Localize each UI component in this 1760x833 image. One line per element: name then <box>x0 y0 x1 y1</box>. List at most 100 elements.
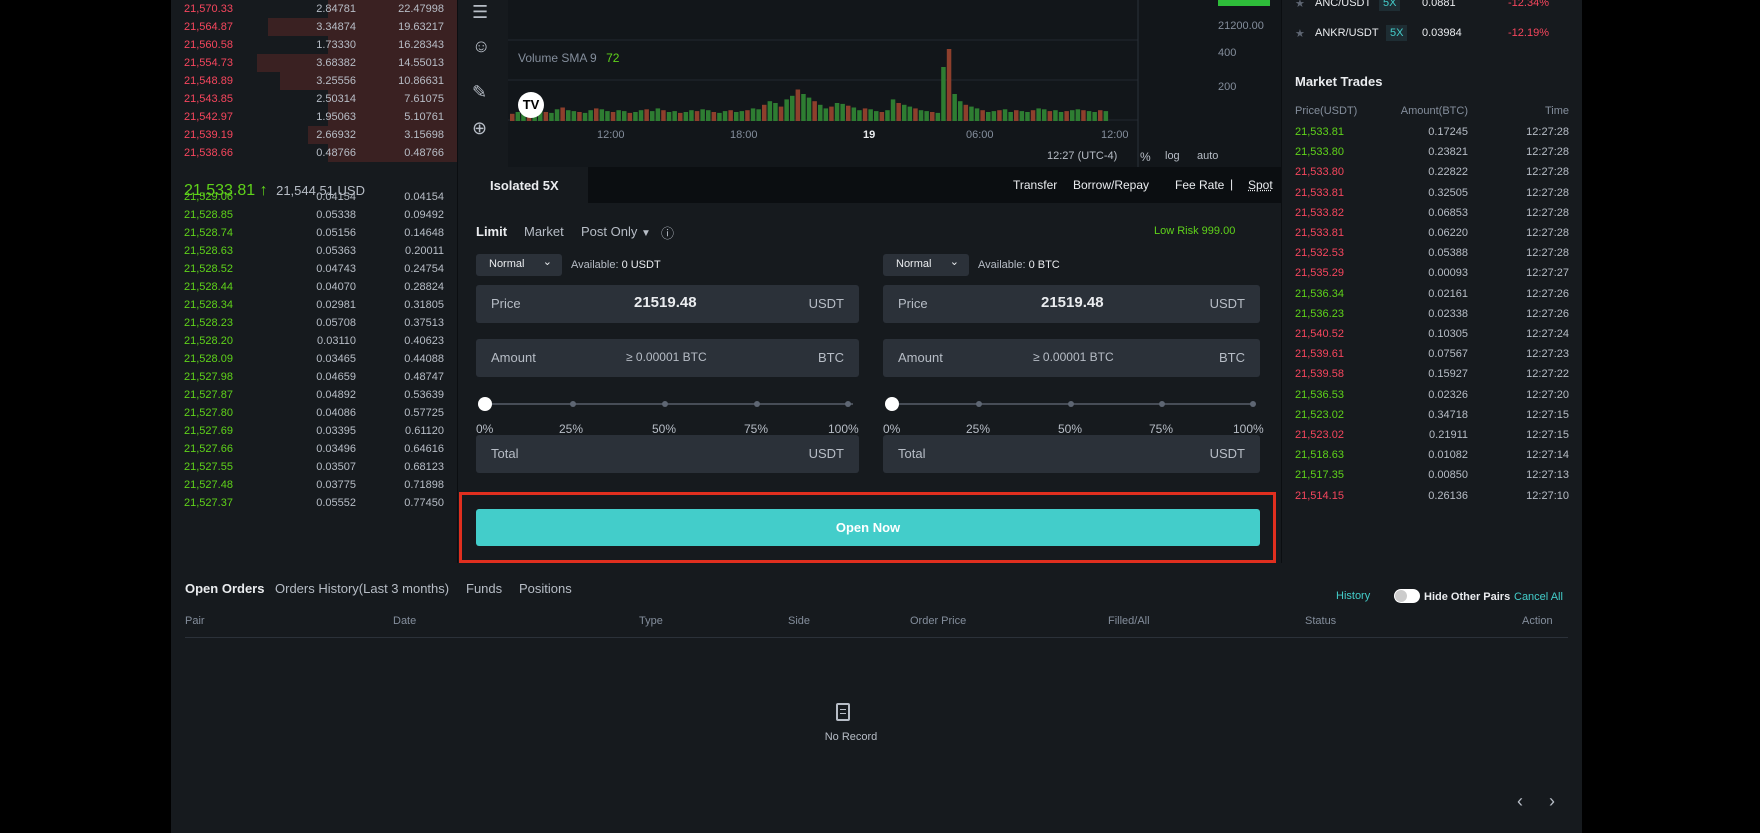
ruler-icon[interactable]: ✎ <box>472 82 487 103</box>
tradingview-logo-icon[interactable]: TV <box>518 92 544 118</box>
volume-bar <box>840 103 845 121</box>
ask-row[interactable]: 21,542.97 1.95063 5.10761 <box>171 108 457 126</box>
buy-price-field[interactable]: Price 21519.48 USDT <box>476 285 859 323</box>
star-icon[interactable]: ★ <box>1295 27 1305 40</box>
ask-row[interactable]: 21,539.19 2.66932 3.15698 <box>171 126 457 144</box>
sell-price-value[interactable]: 21519.48 <box>1041 294 1104 311</box>
ask-total: 5.10761 <box>404 111 444 123</box>
ask-row[interactable]: 21,538.66 0.48766 0.48766 <box>171 144 457 162</box>
trade-amount: 0.34718 <box>1428 408 1468 421</box>
buy-mode-select[interactable]: Normal ⌄ <box>476 254 562 276</box>
trade-price: 21,539.58 <box>1295 368 1344 381</box>
bid-row[interactable]: 21,528.63 0.05363 0.20011 <box>171 242 457 260</box>
bid-amount: 0.03395 <box>316 425 356 437</box>
bid-row[interactable]: 21,528.34 0.02981 0.31805 <box>171 296 457 314</box>
slider-label: 0% <box>476 422 494 436</box>
slider-label: 25% <box>559 422 584 436</box>
bid-row[interactable]: 21,527.87 0.04892 0.53639 <box>171 386 457 404</box>
bid-row[interactable]: 21,528.23 0.05708 0.37513 <box>171 314 457 332</box>
bid-row[interactable]: 21,528.09 0.03465 0.44088 <box>171 350 457 368</box>
prev-page-icon[interactable]: ‹ <box>1517 791 1523 812</box>
spot-link[interactable]: Spot <box>1248 178 1273 192</box>
bid-row[interactable]: 21,528.52 0.04743 0.24754 <box>171 260 457 278</box>
open-now-button[interactable]: Open Now <box>476 509 1260 546</box>
buy-slider-handle[interactable] <box>478 397 492 411</box>
price-chart[interactable]: ☰ ☺ ✎ ⊕ Volume SMA 9 72 TV 21200.00 400 … <box>458 0 1281 167</box>
tab-market[interactable]: Market <box>524 224 564 239</box>
sell-mode-select[interactable]: Normal ⌄ <box>883 254 969 276</box>
buy-total-field[interactable]: Total USDT <box>476 435 859 473</box>
trade-price: 21,539.61 <box>1295 348 1344 361</box>
buy-price-value[interactable]: 21519.48 <box>634 294 697 311</box>
volume-bar <box>890 99 896 121</box>
tab-funds[interactable]: Funds <box>466 581 502 596</box>
trade-time: 12:27:15 <box>1526 429 1569 441</box>
cancel-all-button[interactable]: Cancel All <box>1514 591 1563 603</box>
bid-row[interactable]: 21,527.55 0.03507 0.68123 <box>171 458 457 476</box>
volume-bar <box>616 110 621 121</box>
ask-amount: 3.68382 <box>316 57 356 69</box>
buy-amount-field[interactable]: Amount ≥ 0.00001 BTC BTC <box>476 339 859 377</box>
tab-limit[interactable]: Limit <box>476 224 507 239</box>
sell-slider-handle[interactable] <box>885 397 899 411</box>
margin-mode-tab[interactable]: Isolated 5X <box>458 167 588 203</box>
trading-app: 21,570.33 2.84781 22.47998 21,564.87 3.34874… <box>171 0 1582 833</box>
next-page-icon[interactable]: › <box>1549 791 1555 812</box>
bid-row[interactable]: 21,528.44 0.04070 0.28824 <box>171 278 457 296</box>
tab-positions[interactable]: Positions <box>519 581 572 596</box>
bid-row[interactable]: 21,527.69 0.03395 0.61120 <box>171 422 457 440</box>
info-icon[interactable]: ⓘ <box>661 223 674 242</box>
volume-bar <box>1075 109 1081 121</box>
trade-row: 21,523.02 0.34718 12:27:15 <box>1282 405 1582 425</box>
sell-amount-field[interactable]: Amount ≥ 0.00001 BTC BTC <box>883 339 1260 377</box>
pair-row[interactable]: ★ ANC/USDT 5X 0.0881 -12.34% <box>1282 0 1582 16</box>
trade-amount: 0.07567 <box>1428 348 1468 361</box>
sell-available: Available: 0 BTC <box>978 259 1060 271</box>
emoji-icon[interactable]: ☺ <box>472 36 490 57</box>
bid-row[interactable]: 21,527.48 0.03775 0.71898 <box>171 476 457 494</box>
history-link[interactable]: History <box>1336 590 1370 602</box>
trade-row: 21,533.80 0.22822 12:27:28 <box>1282 162 1582 182</box>
auto-scale-toggle[interactable]: auto <box>1197 150 1218 162</box>
order-book: 21,570.33 2.84781 22.47998 21,564.87 3.34874… <box>171 0 457 563</box>
tab-orders-history[interactable]: Orders History(Last 3 months) <box>275 581 449 596</box>
bid-row[interactable]: 21,528.85 0.05338 0.09492 <box>171 206 457 224</box>
sell-price-field[interactable]: Price 21519.48 USDT <box>883 285 1260 323</box>
bid-row[interactable]: 21,527.80 0.04086 0.57725 <box>171 404 457 422</box>
tab-open-orders[interactable]: Open Orders <box>185 581 264 596</box>
zoom-in-icon[interactable]: ⊕ <box>472 118 487 139</box>
transfer-link[interactable]: Transfer <box>1013 178 1057 192</box>
ask-price: 21,564.87 <box>184 21 233 33</box>
ask-row[interactable]: 21,543.85 2.50314 7.61075 <box>171 90 457 108</box>
trade-time: 12:27:28 <box>1526 227 1569 239</box>
bid-row[interactable]: 21,527.66 0.03496 0.64616 <box>171 440 457 458</box>
volume-bar <box>1064 111 1069 121</box>
bid-row[interactable]: 21,527.37 0.05552 0.77450 <box>171 494 457 512</box>
volume-bar <box>935 112 941 121</box>
ask-row[interactable]: 21,570.33 2.84781 22.47998 <box>171 0 457 18</box>
bid-row[interactable]: 21,528.74 0.05156 0.14648 <box>171 224 457 242</box>
tab-post-only[interactable]: Post Only ▼ <box>581 224 651 239</box>
log-scale-toggle[interactable]: log <box>1165 150 1180 162</box>
bid-price: 21,527.98 <box>184 371 233 383</box>
ask-row[interactable]: 21,564.87 3.34874 19.63217 <box>171 18 457 36</box>
borrow-repay-link[interactable]: Borrow/Repay <box>1073 178 1149 192</box>
bid-amount: 0.03496 <box>316 443 356 455</box>
hide-other-pairs-toggle[interactable] <box>1394 589 1420 603</box>
star-icon[interactable]: ★ <box>1295 0 1305 10</box>
percent-scale-toggle[interactable]: % <box>1140 150 1151 164</box>
sell-total-field[interactable]: Total USDT <box>883 435 1260 473</box>
trade-row: 21,536.53 0.02326 12:27:20 <box>1282 385 1582 405</box>
bid-row[interactable]: 21,528.20 0.03110 0.40623 <box>171 332 457 350</box>
indicator-settings-icon[interactable]: ☰ <box>472 2 488 23</box>
fee-rate-link[interactable]: Fee Rate <box>1175 178 1224 192</box>
trade-row: 21,514.15 0.26136 12:27:10 <box>1282 486 1582 506</box>
bid-row[interactable]: 21,527.98 0.04659 0.48747 <box>171 368 457 386</box>
ask-row[interactable]: 21,554.73 3.68382 14.55013 <box>171 54 457 72</box>
volume-bar <box>874 111 879 121</box>
ask-row[interactable]: 21,548.89 3.25556 10.86631 <box>171 72 457 90</box>
pair-row[interactable]: ★ ANKR/USDT 5X 0.03984 -12.19% <box>1282 24 1582 46</box>
ask-row[interactable]: 21,560.58 1.73330 16.28343 <box>171 36 457 54</box>
bid-row[interactable]: 21,529.06 0.04154 0.04154 <box>171 188 457 206</box>
trade-price: 21,540.52 <box>1295 328 1344 340</box>
